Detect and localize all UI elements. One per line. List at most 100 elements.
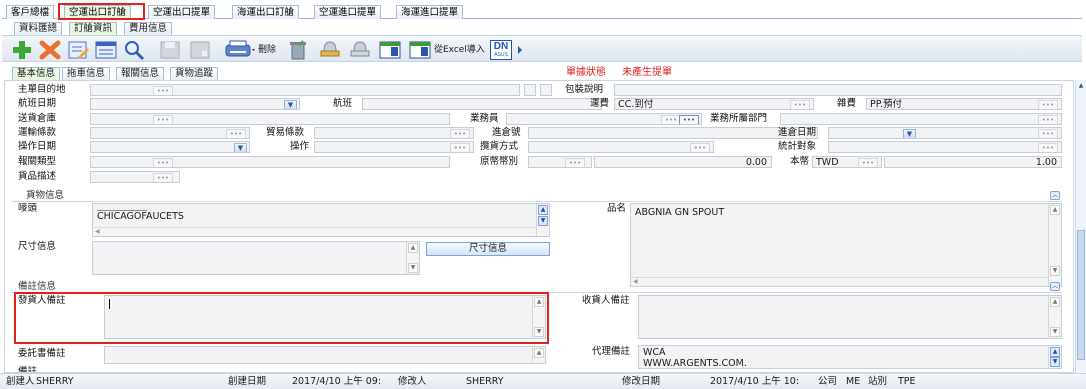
trash-icon[interactable] [286, 39, 310, 61]
lookup-icon[interactable]: ••• [153, 86, 173, 95]
lookup-icon[interactable]: ••• [790, 100, 810, 109]
freight-field[interactable]: CC.到付 ••• [614, 98, 814, 110]
label-warehouse: 送貨倉庫 [18, 113, 57, 124]
trade-terms-field[interactable]: ••• [314, 127, 474, 139]
exchange-rate-field[interactable]: 1.00 [884, 156, 1062, 168]
base-currency-field[interactable]: TWD ••• [812, 156, 882, 168]
lookup-icon[interactable]: ••• [565, 158, 585, 167]
page-scrollbar[interactable]: ▲ [1075, 80, 1086, 373]
lookup-icon[interactable]: ••• [1038, 129, 1058, 138]
tab-sea-export-booking[interactable]: 海運出口訂艙 [232, 5, 300, 19]
tab-basic-info[interactable]: 基本信息 [12, 67, 61, 80]
agent-remark-textarea[interactable]: WCA WWW.ARGENTS.COM. ▲ ▼ [638, 345, 1062, 369]
tab-air-import-bl[interactable]: 空運進口提單 [314, 5, 382, 19]
edit-icon[interactable] [66, 39, 90, 61]
misc-fee-field[interactable]: PP.預付 ••• [866, 98, 1062, 110]
orig-currency-field[interactable]: ••• [528, 156, 592, 168]
marks-textarea[interactable]: CHICAGOFAUCETS ▲ ▼ ◀ [92, 203, 550, 237]
lookup-icon[interactable]: ••• [153, 115, 173, 124]
table-icon[interactable] [378, 39, 402, 61]
list-icon[interactable] [94, 39, 118, 61]
disk-icon[interactable] [188, 39, 212, 61]
entrust-remark-textarea[interactable]: ▲ [104, 346, 546, 364]
operator-field[interactable]: ••• [314, 141, 474, 153]
label-in-warehouse-date: 進倉日期 [778, 127, 817, 138]
stat-target-field[interactable]: ••• [828, 141, 1062, 153]
modified-label: 修改日期 [622, 376, 661, 387]
stamp2-icon[interactable] [348, 39, 372, 61]
label-freight: 運費 [590, 98, 610, 109]
print-icon[interactable] [224, 39, 256, 61]
flight-date-field[interactable]: ▼ [90, 98, 300, 110]
lookup-icon[interactable]: ••• [661, 115, 681, 124]
stamp-icon[interactable] [318, 39, 342, 61]
tab-data-summary[interactable]: 資料匯總 [14, 22, 63, 35]
collapse-icon[interactable]: ︿ [1050, 191, 1060, 200]
tab-fee-info[interactable]: 費用信息 [124, 22, 173, 35]
label-packing-desc: 包裝說明 [565, 84, 604, 95]
station-label: 站別 [868, 376, 888, 387]
tab-booking-info[interactable]: 訂艙資訊 [69, 22, 118, 35]
label-flight: 航班 [333, 98, 353, 109]
chevron-down-icon[interactable]: ▼ [234, 143, 247, 152]
excel-icon[interactable] [408, 39, 432, 61]
consignee-remark-textarea[interactable]: ▲ ▼ [638, 295, 1062, 339]
main-destination-field[interactable]: ••• [90, 84, 520, 96]
add-icon[interactable] [10, 39, 34, 61]
lookup-icon[interactable]: ••• [153, 173, 173, 182]
chevron-down-icon[interactable]: ▼ [284, 100, 297, 109]
lookup-icon[interactable]: ••• [450, 129, 470, 138]
packing-desc-field[interactable] [614, 84, 1062, 96]
lookup-icon[interactable]: ••• [1038, 100, 1058, 109]
delete-x-icon[interactable] [38, 39, 62, 61]
more-arrow-icon[interactable] [516, 45, 524, 55]
lookup-icon[interactable]: ••• [226, 129, 246, 138]
in-warehouse-date-field[interactable]: ▼ ••• [828, 127, 1062, 139]
tab-air-export-bl[interactable]: 空運出口提單 [148, 5, 216, 19]
company-label: 公司 [818, 376, 838, 387]
op-date-field[interactable]: ▼ [90, 141, 250, 153]
label-misc-fee: 雜費 [837, 98, 857, 109]
save-icon[interactable] [158, 39, 182, 61]
lookup-icon[interactable]: ••• [858, 158, 878, 167]
collapse-icon[interactable]: ︿ [1050, 282, 1060, 291]
shipping-terms-field[interactable]: ••• [90, 127, 250, 139]
lookup-icon[interactable]: ••• [1038, 115, 1058, 124]
pickup-method-field[interactable]: ••• [528, 141, 714, 153]
lookup-icon[interactable]: ••• [690, 143, 710, 152]
lookup-icon[interactable]: ••• [450, 143, 470, 152]
flight-field[interactable] [362, 98, 602, 110]
lookup-icon[interactable]: ••• [153, 158, 173, 167]
delete-label[interactable]: 刪除 [258, 44, 276, 56]
dn-logo[interactable]: DN ASUS [490, 40, 512, 60]
search-icon[interactable] [122, 39, 146, 61]
warehouse-field[interactable]: ••• [90, 113, 450, 125]
toolbar: 刪除 從Excel導入 DN ASUS [2, 35, 1082, 62]
label-operator: 操作 [290, 141, 310, 152]
size-info-button[interactable]: 尺寸信息 [426, 242, 550, 256]
label-stat-target: 統計對象 [778, 141, 817, 152]
goods-desc-field[interactable]: ••• [90, 171, 180, 183]
tab-customer-master[interactable]: 客戶總檔 [6, 5, 55, 19]
size-textarea[interactable]: ▲ ▼ [92, 241, 420, 275]
tab-truck-info[interactable]: 拖車信息 [62, 67, 111, 80]
customs-type-field[interactable]: ••• [90, 156, 450, 168]
main-destination-sub2[interactable] [540, 84, 552, 96]
tab-sea-import-bl[interactable]: 海運進口提單 [396, 5, 464, 19]
scroll-up-icon[interactable]: ▲ [1077, 82, 1085, 90]
lookup-icon[interactable]: ••• [1038, 143, 1058, 152]
main-destination-sub1[interactable] [524, 84, 536, 96]
salesperson-field[interactable]: ••• ••• [506, 113, 702, 125]
import-excel-label[interactable]: 從Excel導入 [434, 44, 485, 56]
label-customs-type: 報關類型 [18, 156, 57, 167]
chevron-down-icon[interactable]: ▼ [903, 129, 916, 138]
tab-cargo-tracking[interactable]: 貨物追蹤 [170, 67, 219, 80]
label-op-date: 操作日期 [18, 141, 57, 152]
in-warehouse-no-field[interactable] [528, 127, 818, 139]
tab-customs-info[interactable]: 報關信息 [116, 67, 165, 80]
lookup-icon-blue[interactable]: ••• [679, 115, 699, 124]
product-textarea[interactable]: ABGNIA GN SPOUT ▲ ▼ ◀ [630, 203, 1062, 287]
orig-amount-field[interactable]: 0.00 [594, 156, 772, 168]
sales-dept-field[interactable]: ••• [780, 113, 1062, 125]
scroll-thumb[interactable] [1077, 230, 1085, 360]
